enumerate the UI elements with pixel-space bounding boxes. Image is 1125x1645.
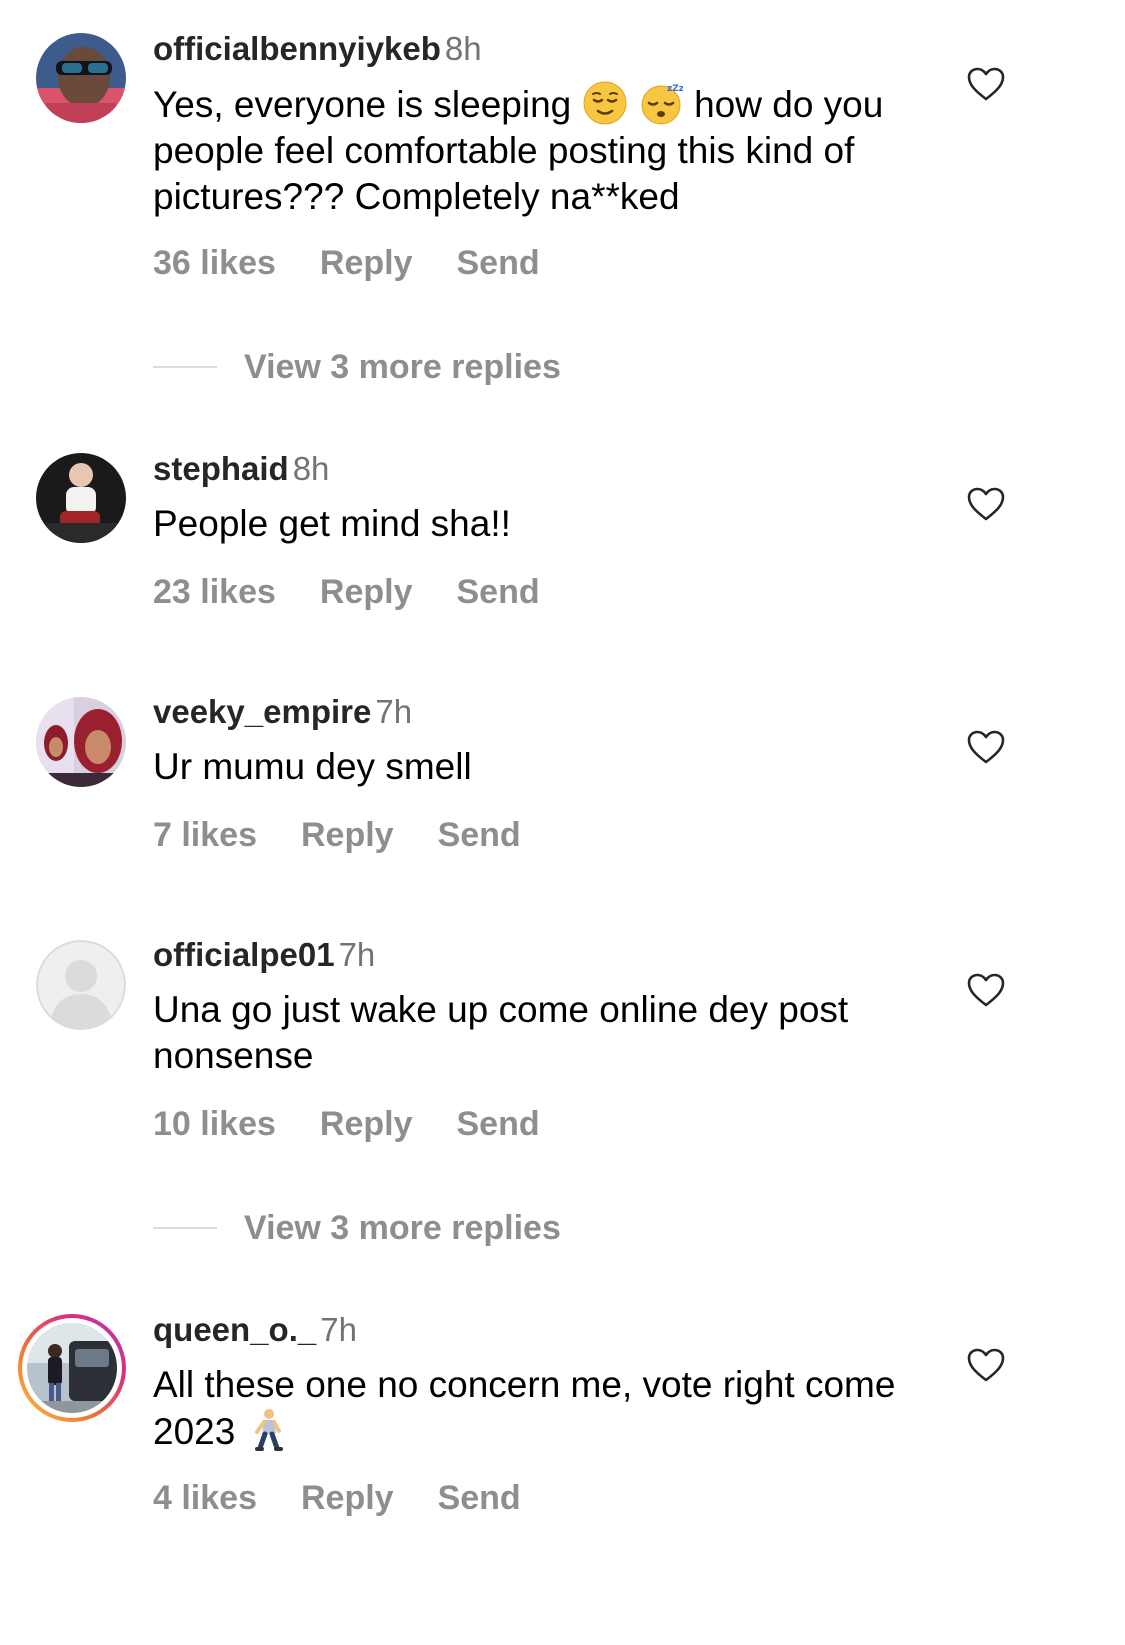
reply-button[interactable]: Reply xyxy=(301,816,394,854)
heart-outline-icon[interactable] xyxy=(966,486,1006,522)
send-button[interactable]: Send xyxy=(438,1479,521,1517)
likes-count[interactable]: 36 likes xyxy=(153,244,276,282)
username[interactable]: officialbennyiykeb xyxy=(153,30,441,67)
default-avatar-icon xyxy=(36,940,126,1030)
view-more-label[interactable]: View 3 more replies xyxy=(244,347,561,387)
send-button[interactable]: Send xyxy=(456,573,539,611)
avatar-border xyxy=(22,1318,122,1418)
user-photo xyxy=(36,453,126,543)
timestamp: 8h xyxy=(444,30,482,67)
story-ring-avatar[interactable] xyxy=(18,1314,126,1422)
view-more-label[interactable]: View 3 more replies xyxy=(244,1208,561,1248)
user-photo xyxy=(36,33,126,123)
likes-count[interactable]: 23 likes xyxy=(153,573,276,611)
comment-text: Una go just wake up come online dey post… xyxy=(153,989,849,1076)
user-photo xyxy=(36,697,126,787)
avatar[interactable] xyxy=(36,33,126,123)
comment-text-part: Yes, everyone is sleeping xyxy=(153,84,572,125)
comment-header: officialpe01 7h xyxy=(153,935,375,975)
avatar xyxy=(27,1323,117,1413)
reply-button[interactable]: Reply xyxy=(320,573,413,611)
likes-count[interactable]: 10 likes xyxy=(153,1105,276,1143)
divider-line xyxy=(153,1227,217,1229)
comment-header: officialbennyiykeb 8h xyxy=(153,29,482,69)
relieved-face-emoji xyxy=(583,81,627,125)
person-walking-emoji xyxy=(254,1409,283,1451)
avatar[interactable] xyxy=(36,940,126,1030)
reply-button[interactable]: Reply xyxy=(301,1479,394,1517)
sleeping-face-emoji: zZz xyxy=(641,84,683,125)
comment-actions: 23 likes Reply Send xyxy=(153,572,584,612)
view-more-replies[interactable]: View 3 more replies xyxy=(153,347,753,387)
likes-count[interactable]: 4 likes xyxy=(153,1479,257,1517)
likes-count[interactable]: 7 likes xyxy=(153,816,257,854)
timestamp: 7h xyxy=(338,936,376,973)
svg-text:zZz: zZz xyxy=(667,84,683,94)
heart-outline-icon[interactable] xyxy=(966,729,1006,765)
comment-text: People get mind sha!! xyxy=(153,503,511,544)
comment-text: Ur mumu dey smell xyxy=(153,746,472,787)
reply-button[interactable]: Reply xyxy=(320,1105,413,1143)
send-button[interactable]: Send xyxy=(438,816,521,854)
send-button[interactable]: Send xyxy=(456,1105,539,1143)
comment-actions: 4 likes Reply Send xyxy=(153,1478,565,1518)
comment-actions: 7 likes Reply Send xyxy=(153,815,565,855)
comment-actions: 10 likes Reply Send xyxy=(153,1104,584,1144)
username[interactable]: veeky_empire xyxy=(153,693,371,730)
timestamp: 8h xyxy=(292,450,330,487)
reply-button[interactable]: Reply xyxy=(320,244,413,282)
avatar[interactable] xyxy=(36,453,126,543)
view-more-replies[interactable]: View 3 more replies xyxy=(153,1208,753,1248)
comment-header: stephaid 8h xyxy=(153,449,329,489)
username[interactable]: stephaid xyxy=(153,450,289,487)
send-button[interactable]: Send xyxy=(456,244,539,282)
timestamp: 7h xyxy=(320,1311,357,1348)
username[interactable]: officialpe01 xyxy=(153,936,335,973)
heart-outline-icon[interactable] xyxy=(966,66,1006,102)
comment-actions: 36 likes Reply Send xyxy=(153,243,584,283)
comment-header: queen_o._ 7h xyxy=(153,1310,357,1350)
comment-text: All these one no concern me, vote right … xyxy=(153,1362,933,1455)
username[interactable]: queen_o._ xyxy=(153,1311,316,1348)
divider-line xyxy=(153,366,217,368)
comment-text: Yes, everyone is sleeping zZz how do you… xyxy=(153,81,933,220)
user-photo xyxy=(27,1323,117,1413)
heart-outline-icon[interactable] xyxy=(966,972,1006,1008)
timestamp: 7h xyxy=(375,693,413,730)
comment-header: veeky_empire 7h xyxy=(153,692,412,732)
heart-outline-icon[interactable] xyxy=(966,1347,1006,1383)
avatar[interactable] xyxy=(36,697,126,787)
